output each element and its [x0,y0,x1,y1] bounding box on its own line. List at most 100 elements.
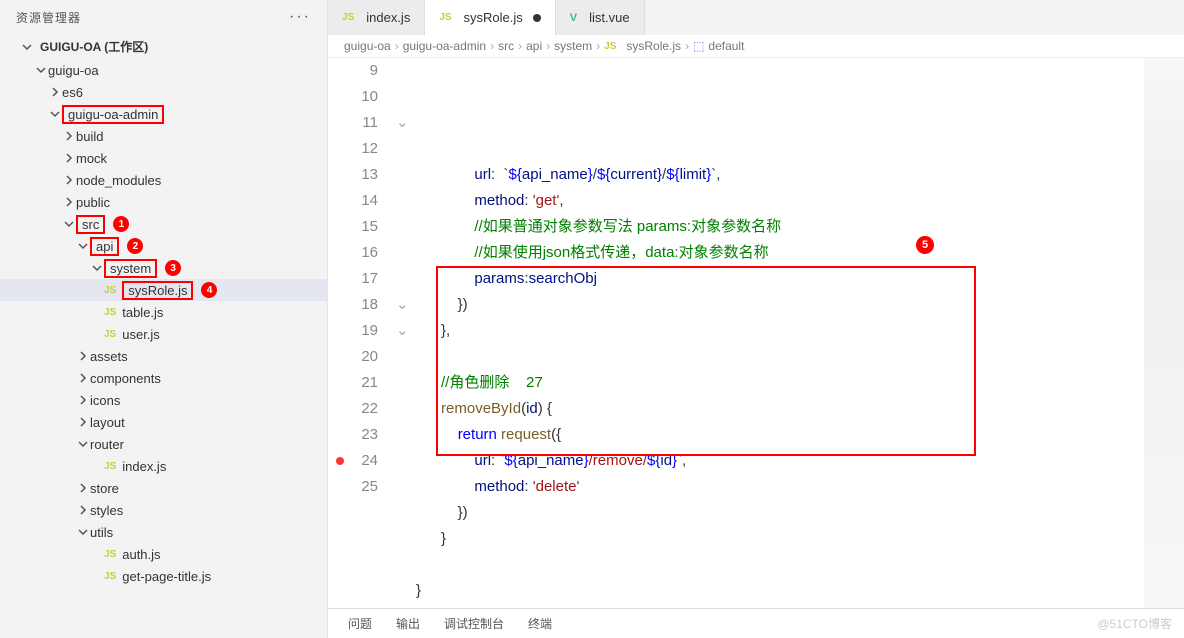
breadcrumb-segment[interactable]: api [526,39,542,53]
js-icon: JS [604,41,616,52]
annotation-badge: 4 [201,282,217,298]
code-line[interactable]: //如果使用json格式传递，data:对象参数名称 [416,240,1144,266]
more-icon[interactable]: ··· [289,8,311,26]
tree-item-get-page-title-js[interactable]: JSget-page-title.js [0,565,327,587]
line-gutter: 910111213141516171819202122232425 [328,58,396,608]
chevron-icon [62,197,76,207]
tree-item-layout[interactable]: layout [0,411,327,433]
tree-item-table-js[interactable]: JStable.js [0,301,327,323]
panel-tab[interactable]: 问题 [348,615,372,632]
annotation-badge-5: 5 [916,236,934,254]
tree-item-icons[interactable]: icons [0,389,327,411]
fold-icon[interactable]: ⌄ [396,322,409,339]
breadcrumb-segment[interactable]: system [554,39,592,53]
chevron-icon [76,241,90,251]
code-line[interactable] [416,552,1144,578]
chevron-icon [76,527,90,537]
chevron-icon [48,109,62,119]
sidebar-header: 资源管理器 ··· [0,0,327,34]
chevron-down-icon [20,42,34,52]
panel-tab[interactable]: 输出 [396,615,420,632]
breadcrumb-segment[interactable]: sysRole.js [626,39,681,53]
code-line[interactable]: method: 'get', [416,188,1144,214]
tree-item-mock[interactable]: mock [0,147,327,169]
tree-item-router[interactable]: router [0,433,327,455]
js-icon: JS [342,12,354,23]
tree-item-public[interactable]: public [0,191,327,213]
chevron-icon [90,263,104,273]
chevron-icon [62,153,76,163]
js-icon: JS [104,285,116,296]
modified-icon [533,14,541,22]
tree-item-api[interactable]: api2 [0,235,327,257]
sidebar: 资源管理器 ··· GUIGU-OA (工作区) guigu-oaes6guig… [0,0,328,638]
tree-item-styles[interactable]: styles [0,499,327,521]
code-line[interactable]: } [416,526,1144,552]
breadcrumb-segment[interactable]: guigu-oa-admin [403,39,486,53]
fold-icon[interactable]: ⌄ [396,114,409,131]
tree-item-system[interactable]: system3 [0,257,327,279]
annotation-badge: 3 [165,260,181,276]
tree-item-assets[interactable]: assets [0,345,327,367]
code-line[interactable]: url: `${api_name}/${current}/${limit}`, [416,162,1144,188]
tree-item-build[interactable]: build [0,125,327,147]
vue-icon: V [570,12,577,24]
tree-item-user-js[interactable]: JSuser.js [0,323,327,345]
watermark: @51CTO博客 [1097,615,1172,632]
tree-item-node_modules[interactable]: node_modules [0,169,327,191]
chevron-icon [76,395,90,405]
tree-item-index-js[interactable]: JSindex.js [0,455,327,477]
symbol-icon: ⬚ [693,39,704,53]
fold-icon[interactable]: ⌄ [396,296,409,313]
code-line[interactable]: method: 'delete' [416,474,1144,500]
panel-tab[interactable]: 调试控制台 [444,615,504,632]
breadcrumb[interactable]: guigu-oa›guigu-oa-admin›src›api›system›J… [328,35,1184,58]
chevron-icon [62,175,76,185]
chevron-icon [76,417,90,427]
js-icon: JS [104,307,116,318]
tree-item-es6[interactable]: es6 [0,81,327,103]
panel-tab[interactable]: 终端 [528,615,552,632]
chevron-icon [48,87,62,97]
file-tree: guigu-oaes6guigu-oa-adminbuildmocknode_m… [0,59,327,638]
tree-item-auth-js[interactable]: JSauth.js [0,543,327,565]
code-content[interactable]: 5 url: `${api_name}/${current}/${limit}`… [416,58,1144,608]
breadcrumb-segment[interactable]: src [498,39,514,53]
tree-item-utils[interactable]: utils [0,521,327,543]
chevron-icon [62,219,76,229]
minimap[interactable] [1144,58,1184,608]
tree-item-src[interactable]: src1 [0,213,327,235]
tree-item-guigu-oa[interactable]: guigu-oa [0,59,327,81]
annotation-badge: 2 [127,238,143,254]
tree-item-sysRole-js[interactable]: JSsysRole.js4 [0,279,327,301]
annotation-badge: 1 [113,216,129,232]
editor-tabs: JSindex.jsJSsysRole.jsVlist.vue [328,0,1184,35]
js-icon: JS [104,461,116,472]
tree-item-guigu-oa-admin[interactable]: guigu-oa-admin [0,103,327,125]
tab-list-vue[interactable]: Vlist.vue [556,0,645,35]
js-icon: JS [104,571,116,582]
tab-index-js[interactable]: JSindex.js [328,0,425,35]
breadcrumb-segment[interactable]: guigu-oa [344,39,391,53]
code-line[interactable]: } [416,578,1144,604]
js-icon: JS [104,329,116,340]
chevron-icon [62,131,76,141]
code-line[interactable]: //如果普通对象参数写法 params:对象参数名称 [416,214,1144,240]
tree-item-store[interactable]: store [0,477,327,499]
chevron-icon [76,373,90,383]
bottom-panel: 问题 输出 调试控制台 终端 [328,608,1184,638]
main-area: JSindex.jsJSsysRole.jsVlist.vue guigu-oa… [328,0,1184,638]
breadcrumb-segment[interactable]: default [708,39,744,53]
chevron-icon [76,351,90,361]
chevron-icon [76,505,90,515]
explorer-title: 资源管理器 [16,9,81,26]
chevron-icon [76,439,90,449]
js-icon: JS [439,12,451,23]
code-line[interactable]: }) [416,500,1144,526]
code-editor[interactable]: 910111213141516171819202122232425 ⌄ ⌄ ⌄ 5 … [328,58,1184,608]
js-icon: JS [104,549,116,560]
tree-item-components[interactable]: components [0,367,327,389]
workspace-label[interactable]: GUIGU-OA (工作区) [0,34,327,59]
modified-line-icon [336,457,344,465]
tab-sysRole-js[interactable]: JSsysRole.js [425,0,555,35]
